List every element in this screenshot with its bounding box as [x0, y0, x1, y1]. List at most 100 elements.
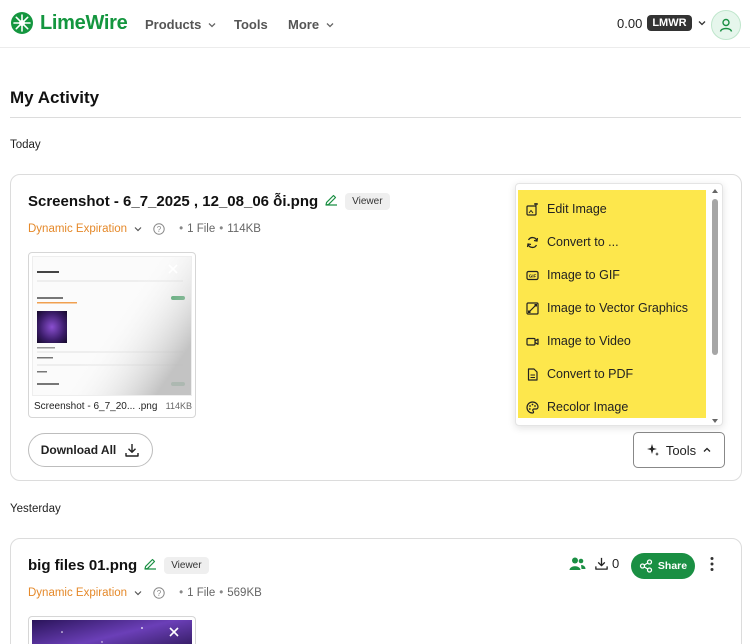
menu-item-image-to-gif[interactable]: GIF Image to GIF	[526, 265, 620, 285]
chevron-down-icon	[326, 22, 334, 27]
total-size: 114KB	[227, 223, 261, 235]
scrollbar-thumb[interactable]	[712, 199, 718, 355]
file-name: Screenshot - 6_7_2025 , 12_08_06 ỗi.png	[28, 193, 319, 210]
total-size: 569KB	[227, 587, 262, 599]
download-icon	[595, 557, 608, 570]
menu-item-convert-to-pdf[interactable]: Convert to PDF	[526, 364, 633, 384]
expiration-dropdown[interactable]: Dynamic Expiration	[28, 587, 143, 599]
edit-image-icon	[526, 202, 538, 216]
nav-tools-label: Tools	[234, 17, 268, 32]
menu-item-label: Image to GIF	[547, 268, 620, 282]
token-balance-dropdown[interactable]: 0.00 LMWR	[617, 15, 707, 31]
token-badge: LMWR	[647, 15, 692, 31]
download-count-value: 0	[612, 556, 620, 571]
share-label: Share	[657, 560, 688, 572]
expiration-dropdown[interactable]: Dynamic Expiration	[28, 223, 143, 235]
download-all-label: Download All	[40, 443, 117, 457]
scroll-down-arrow-icon[interactable]	[711, 418, 719, 424]
help-icon[interactable]: ?	[153, 587, 165, 599]
expiration-label: Dynamic Expiration	[28, 587, 128, 599]
file-thumbnail-card[interactable]	[28, 616, 196, 644]
download-icon	[125, 444, 139, 457]
menu-item-label: Convert to PDF	[547, 367, 634, 381]
share-button[interactable]: Share	[631, 553, 695, 579]
menu-item-label: Image to Vector Graphics	[547, 301, 689, 315]
tools-menu-list: Edit Image Convert to ... GIF Image to G…	[518, 190, 706, 418]
svg-text:GIF: GIF	[529, 273, 537, 278]
user-avatar-button[interactable]	[711, 10, 741, 40]
more-vertical-icon	[710, 557, 714, 571]
help-icon[interactable]: ?	[153, 223, 165, 235]
file-count: 1 File	[187, 587, 216, 599]
sparkle-icon	[646, 444, 659, 456]
tools-button[interactable]: Tools	[633, 432, 725, 468]
balance-amount: 0.00	[617, 15, 643, 31]
chevron-up-icon	[703, 447, 711, 452]
thumbnail-preview	[32, 620, 192, 644]
gif-icon: GIF	[526, 270, 539, 280]
tools-dropdown-menu: Edit Image Convert to ... GIF Image to G…	[515, 183, 723, 426]
thumbnail-file-name: Screenshot - 6_7_20... .png	[34, 401, 158, 412]
tools-label: Tools	[665, 442, 697, 458]
viewer-badge: Viewer	[345, 193, 390, 210]
thumbnail-caption: Screenshot - 6_7_20... .png 114KB	[34, 401, 192, 412]
limewire-logo[interactable]: LimeWire	[10, 11, 128, 35]
svg-text:?: ?	[157, 589, 162, 598]
file-count: 1 File	[187, 223, 216, 235]
logo-wordmark: LimeWire	[40, 11, 128, 34]
title-divider	[10, 117, 741, 118]
convert-icon	[526, 236, 539, 248]
screenshot-preview-image	[33, 257, 191, 395]
expiration-label: Dynamic Expiration	[28, 223, 128, 235]
video-icon	[526, 337, 539, 346]
more-options-button[interactable]	[709, 556, 715, 572]
nav-tools[interactable]: Tools	[234, 17, 268, 32]
menu-item-label: Image to Video	[547, 334, 631, 348]
menu-item-label: Recolor Image	[547, 400, 629, 414]
pencil-icon[interactable]	[143, 557, 157, 571]
activity-card: big files 01.png Viewer Dynamic Expiratio…	[10, 538, 742, 644]
separator-dot: •	[219, 223, 224, 235]
menu-item-edit-image[interactable]: Edit Image	[526, 199, 607, 219]
section-label-today: Today	[10, 139, 41, 151]
share-icon	[639, 559, 653, 573]
user-icon	[719, 18, 733, 32]
svg-text:?: ?	[157, 225, 162, 234]
top-navigation-bar: LimeWire Products Tools More 0.00 LMWR	[0, 0, 750, 48]
chevron-down-icon	[134, 227, 142, 232]
thumbnail-preview	[32, 256, 192, 396]
menu-item-image-to-video[interactable]: Image to Video	[526, 331, 631, 351]
separator-dot: •	[219, 587, 224, 599]
close-icon[interactable]	[168, 626, 180, 638]
page-title: My Activity	[10, 88, 100, 107]
menu-item-convert-to[interactable]: Convert to ...	[526, 232, 619, 252]
pdf-icon	[527, 367, 538, 381]
file-thumbnail-card[interactable]: Screenshot - 6_7_20... .png 114KB	[28, 252, 196, 418]
menu-item-image-to-vector[interactable]: Image to Vector Graphics	[526, 298, 688, 318]
file-title-row: big files 01.png Viewer	[28, 557, 209, 574]
file-name: big files 01.png	[28, 557, 138, 574]
limewire-logo-icon	[11, 12, 33, 34]
chevron-down-icon	[134, 591, 142, 596]
close-icon[interactable]	[167, 263, 179, 275]
separator-dot: •	[179, 223, 184, 235]
dropdown-scrollbar[interactable]	[710, 187, 720, 425]
chevron-down-icon	[208, 22, 216, 27]
menu-item-recolor-image[interactable]: Recolor Image	[526, 397, 628, 417]
scroll-up-arrow-icon[interactable]	[711, 188, 719, 194]
viewer-badge: Viewer	[164, 557, 209, 574]
chevron-down-icon	[698, 21, 705, 26]
thumbnail-file-size: 114KB	[165, 401, 192, 411]
palette-icon	[526, 400, 539, 414]
nav-more-label: More	[288, 17, 320, 32]
menu-item-label: Edit Image	[547, 202, 607, 216]
pencil-icon[interactable]	[324, 193, 338, 207]
section-label-yesterday: Yesterday	[10, 503, 61, 515]
download-count[interactable]: 0	[594, 556, 619, 571]
shared-users-button[interactable]	[569, 556, 586, 571]
nav-more[interactable]: More	[288, 17, 335, 32]
nav-products[interactable]: Products	[145, 17, 217, 32]
download-all-button[interactable]: Download All	[28, 433, 153, 467]
nav-products-label: Products	[145, 17, 202, 32]
menu-item-label: Convert to ...	[547, 235, 619, 249]
